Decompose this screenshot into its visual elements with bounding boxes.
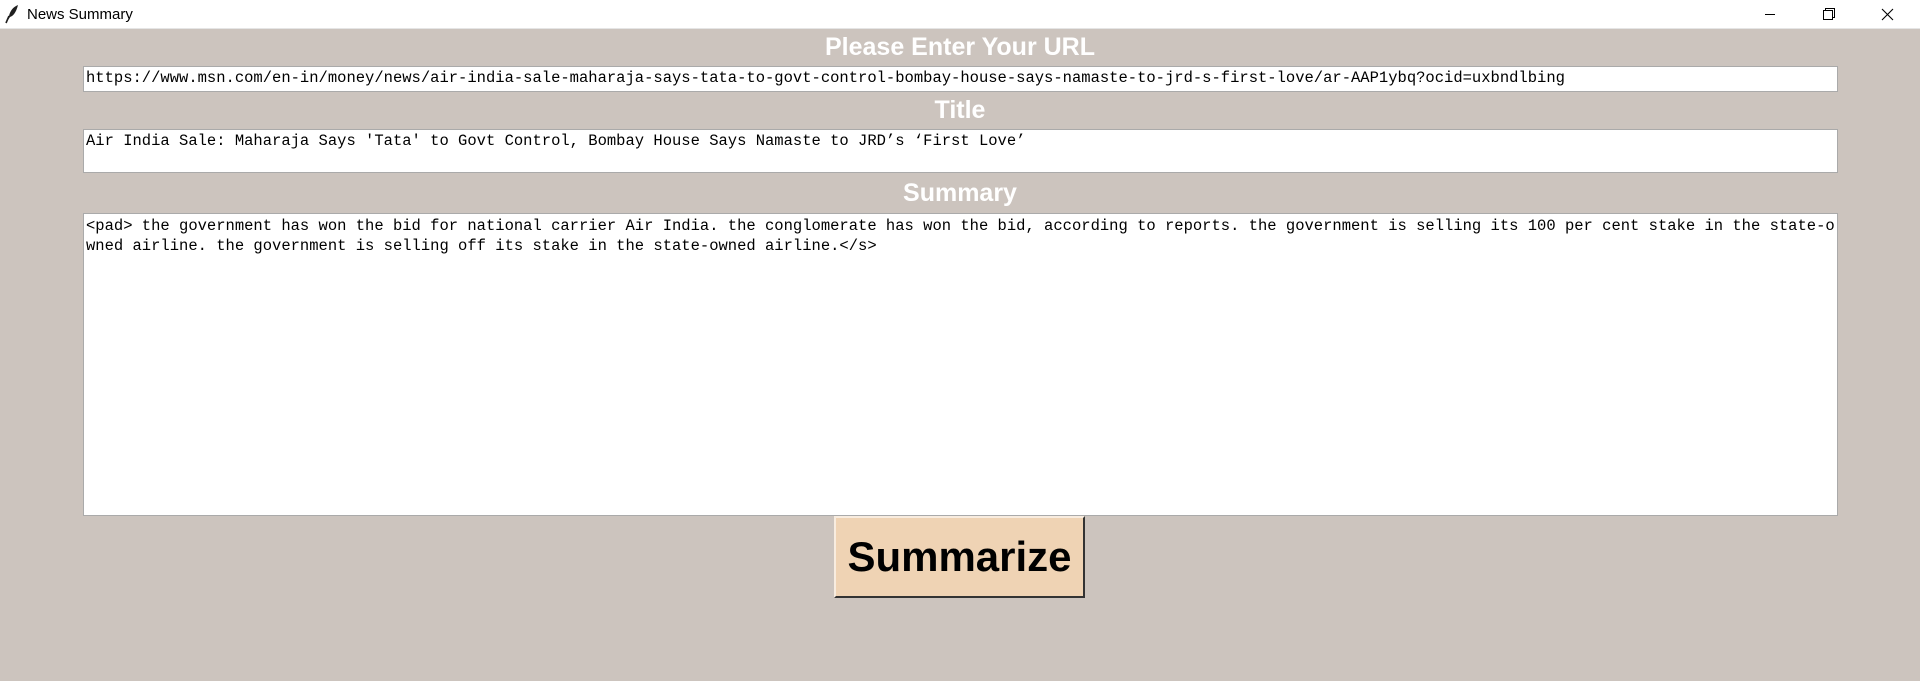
restore-icon: [1823, 8, 1835, 20]
app-window: News Summary Please Enter Your URL https…: [0, 0, 1920, 681]
feather-icon: [4, 4, 22, 24]
title-bar[interactable]: News Summary: [0, 0, 1920, 29]
title-textbox[interactable]: Air India Sale: Maharaja Says 'Tata' to …: [83, 129, 1838, 173]
url-input[interactable]: https://www.msn.com/en-in/money/news/air…: [83, 66, 1838, 92]
minimize-icon: [1764, 8, 1776, 20]
minimize-button[interactable]: [1741, 0, 1799, 28]
window-title: News Summary: [27, 6, 133, 23]
summary-textbox[interactable]: <pad> the government has won the bid for…: [83, 213, 1838, 516]
close-icon: [1881, 8, 1894, 21]
url-label: Please Enter Your URL: [825, 33, 1095, 61]
restore-button[interactable]: [1800, 0, 1858, 28]
summary-label: Summary: [903, 179, 1017, 207]
summarize-button[interactable]: Summarize: [834, 516, 1085, 598]
title-label: Title: [934, 96, 986, 124]
close-button[interactable]: [1858, 0, 1916, 28]
